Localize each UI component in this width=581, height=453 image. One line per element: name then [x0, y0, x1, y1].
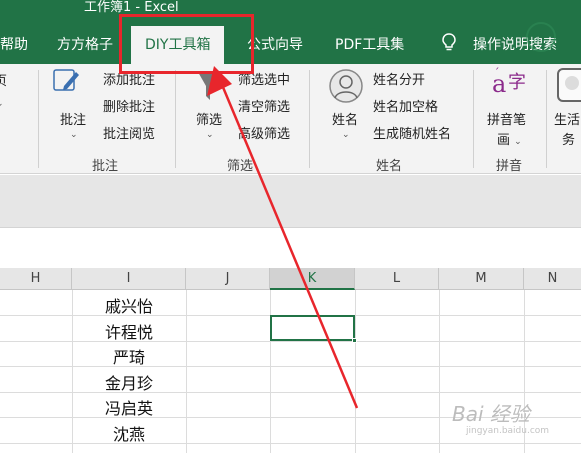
life-services-button-line2[interactable]: 务 — [562, 129, 575, 148]
name-big-button[interactable]: 姓名 — [332, 109, 358, 128]
ribbon-tab-bar: 帮助 方方格子 DIY工具箱 公式向导 PDF工具集 操作说明搜索 — [0, 16, 581, 66]
edit-comment-icon[interactable] — [52, 66, 82, 96]
life-services-button[interactable]: 生活 — [554, 109, 580, 128]
group-separator — [309, 70, 310, 168]
group-separator — [38, 70, 39, 168]
clear-filter-button[interactable]: 清空筛选 — [238, 96, 290, 115]
cell-i-name[interactable]: 冯启英 — [72, 395, 186, 419]
group-label-name: 姓名 — [376, 159, 403, 174]
pinyin-stroke-button-line2[interactable]: 画 ⌄ — [497, 129, 522, 148]
group-separator — [175, 70, 176, 168]
sheet-top-blank — [0, 227, 581, 267]
lightbulb-icon[interactable] — [440, 32, 458, 52]
ribbon-left-item-1[interactable]: 页 — [0, 70, 7, 89]
group-label-pinyin: 拼音 — [496, 159, 523, 174]
ribbon-left-item-2[interactable]: ⌄ — [0, 95, 4, 110]
fill-handle[interactable] — [352, 338, 357, 343]
baidu-watermark-url: jingyan.baidu.com — [466, 426, 550, 436]
group-label-comments: 批注 — [92, 159, 119, 174]
column-header-j[interactable]: J — [186, 268, 270, 290]
filter-big-button[interactable]: 筛选 — [196, 109, 222, 128]
character-icon: 字 — [508, 72, 526, 93]
column-header-l[interactable]: L — [355, 268, 439, 290]
column-header-n[interactable]: N — [524, 268, 581, 290]
chevron-down-icon: ⌄ — [206, 130, 214, 140]
tab-fangfang-gezi[interactable]: 方方格子 — [57, 34, 113, 54]
cell-i-name[interactable]: 戚兴怡 — [72, 293, 186, 317]
view-comments-button[interactable]: 批注阅览 — [103, 123, 155, 142]
name-add-space-button[interactable]: 姓名加空格 — [373, 96, 438, 115]
cell-i-name[interactable]: 许程悦 — [72, 319, 186, 343]
generate-random-name-button[interactable]: 生成随机姓名 — [373, 123, 451, 142]
advanced-filter-button[interactable]: 高级筛选 — [238, 123, 290, 142]
cell-i-name[interactable]: 严琦 — [72, 344, 186, 368]
pinyin-stroke-label-2: 画 — [497, 133, 511, 148]
column-header-h[interactable]: H — [0, 268, 72, 290]
group-label-filter: 筛选 — [227, 159, 254, 174]
person-icon[interactable] — [328, 68, 364, 104]
pinyin-icon[interactable]: a ˊ 字 — [490, 66, 530, 104]
split-name-button[interactable]: 姓名分开 — [373, 69, 425, 88]
chevron-down-icon: ⌄ — [0, 99, 4, 109]
cell-i-name[interactable]: 沈燕 — [72, 421, 186, 445]
chevron-down-icon: ⌄ — [70, 130, 78, 140]
active-cell-k[interactable] — [270, 315, 355, 341]
cell-i-name[interactable]: 金月珍 — [72, 370, 186, 394]
delete-comment-button[interactable]: 删除批注 — [103, 96, 155, 115]
chevron-down-icon: ⌄ — [342, 130, 350, 140]
baidu-watermark: Bai 经验 — [452, 402, 530, 426]
group-separator — [546, 70, 547, 168]
tab-formula-wizard[interactable]: 公式向导 — [247, 34, 303, 54]
ribbon-panel: 页 ⌄ 批注 ⌄ 添加批注 删除批注 批注阅览 批注 筛选 ⌄ 筛选选中 清空筛… — [0, 64, 581, 174]
life-services-icon[interactable] — [557, 68, 581, 102]
tab-pdf-tools[interactable]: PDF工具集 — [335, 34, 404, 54]
chevron-down-icon: ⌄ — [514, 137, 522, 147]
comment-big-button[interactable]: 批注 — [60, 109, 86, 128]
group-separator — [473, 70, 474, 168]
formula-bar-area — [0, 175, 581, 227]
title-bar: 工作簿1 - Excel — [0, 0, 581, 16]
column-header-m[interactable]: M — [439, 268, 524, 290]
column-header-i[interactable]: I — [72, 268, 186, 290]
column-header-k[interactable]: K — [270, 268, 355, 290]
pinyin-stroke-button[interactable]: 拼音笔 — [487, 109, 526, 128]
tab-highlight-box — [119, 14, 254, 74]
life-services-dot-icon — [565, 76, 579, 90]
watermark-logo-icon — [526, 22, 556, 52]
tone-mark-icon: ˊ — [494, 66, 500, 79]
tab-help[interactable]: 帮助 — [0, 34, 28, 54]
window-title: 工作簿1 - Excel — [84, 0, 179, 15]
